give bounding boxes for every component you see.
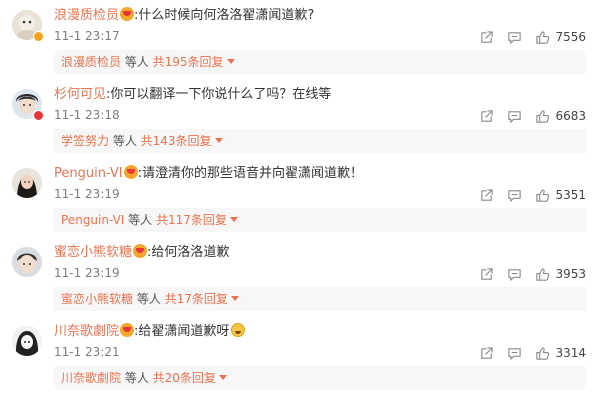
comment-icon[interactable] — [507, 30, 522, 45]
reply-line: 蜜恋小熊软糖 等人 共17条回复 — [61, 291, 239, 307]
reply-others-text: 等人 — [133, 292, 165, 306]
reply-summary[interactable]: 学签努力 等人 共143条回复 — [54, 129, 586, 153]
comment-line: 浪漫质检员 :什么时候向何洛洛翟潇闻道歉? — [54, 6, 314, 26]
fan-medal-icon — [123, 165, 138, 179]
comment-text: :请澄清你的那些语音并向翟潇闻道歉！ — [137, 166, 364, 181]
comment-username[interactable]: Penguin-VI — [54, 166, 123, 181]
thumbs-up-icon[interactable] — [535, 346, 550, 361]
comment-item: 蜜恋小熊软糖 :给何洛洛道歉 11-1 23:19 3953 蜜恋小熊软糖 等人 … — [0, 237, 600, 316]
reply-username[interactable]: 蜜恋小熊软糖 — [61, 292, 133, 306]
reply-line: 浪漫质检员 等人 共195条回复 — [61, 54, 235, 70]
comment-username[interactable]: 蜜恋小熊软糖 — [54, 245, 132, 260]
comment-item: 浪漫质检员 :什么时候向何洛洛翟潇闻道歉? 11-1 23:17 7556 浪漫质… — [0, 0, 600, 79]
reply-line: Penguin-VI 等人 共117条回复 — [61, 212, 238, 228]
share-icon[interactable] — [479, 188, 494, 203]
thumbs-up-icon[interactable] — [535, 30, 550, 45]
comment-time: 11-1 23:17 — [54, 29, 120, 43]
comment-actions: 3953 — [479, 264, 586, 284]
comment-text: :给翟潇闻道歉呀 — [134, 324, 230, 339]
caret-down-icon[interactable] — [230, 296, 239, 301]
reply-summary[interactable]: 蜜恋小熊软糖 等人 共17条回复 — [54, 287, 586, 311]
like-count: 5351 — [555, 188, 586, 202]
comment-icon[interactable] — [507, 267, 522, 282]
reply-others-text: 等人 — [121, 55, 153, 69]
like-count: 7556 — [555, 30, 586, 44]
thumbs-up-icon[interactable] — [535, 109, 550, 124]
reply-line: 学签努力 等人 共143条回复 — [61, 133, 223, 149]
comment-icon[interactable] — [507, 109, 522, 124]
share-icon[interactable] — [479, 267, 494, 282]
avatar[interactable] — [12, 247, 42, 277]
comment-text: :什么时候向何洛洛翟潇闻道歉? — [134, 8, 315, 23]
reply-line: 川奈歌劇院 等人 共20条回复 — [61, 370, 227, 386]
reply-count-link[interactable]: 共117条回复 — [156, 213, 227, 227]
emoji-icon — [231, 323, 246, 337]
comment-item: Penguin-VI:请澄清你的那些语音并向翟潇闻道歉！ 11-1 23:19 … — [0, 158, 600, 237]
reply-username[interactable]: 浪漫质检员 — [61, 55, 121, 69]
comment-username[interactable]: 杉何可见 — [54, 87, 106, 102]
share-icon[interactable] — [479, 30, 494, 45]
comment-icon[interactable] — [507, 346, 522, 361]
like-count: 6683 — [555, 109, 586, 123]
comment-time: 11-1 23:19 — [54, 187, 120, 201]
reply-others-text: 等人 — [124, 213, 156, 227]
comment-line: 杉何可见:你可以翻译一下你说什么了吗？在线等 — [54, 85, 331, 105]
caret-down-icon[interactable] — [229, 217, 238, 222]
caret-down-icon[interactable] — [218, 375, 227, 380]
comment-line: Penguin-VI :请澄清你的那些语音并向翟潇闻道歉！ — [54, 164, 363, 184]
comment-text: :给何洛洛道歉 — [147, 245, 230, 260]
comment-item: 川奈歌劇院 :给翟潇闻道歉呀 11-1 23:21 3314 川奈歌劇院 等人 共… — [0, 316, 600, 395]
comment-time: 11-1 23:18 — [54, 108, 120, 122]
reply-username[interactable]: Penguin-VI — [61, 213, 124, 227]
caret-down-icon[interactable] — [226, 59, 235, 64]
reply-username[interactable]: 川奈歌劇院 — [61, 371, 121, 385]
verified-badge-icon — [33, 110, 44, 121]
avatar[interactable] — [12, 168, 42, 198]
comment-actions: 5351 — [479, 185, 586, 205]
share-icon[interactable] — [479, 109, 494, 124]
fan-medal-icon — [133, 244, 148, 258]
reply-summary[interactable]: 浪漫质检员 等人 共195条回复 — [54, 50, 586, 74]
like-count: 3314 — [555, 346, 586, 360]
comment-actions: 7556 — [479, 27, 586, 47]
comment-icon[interactable] — [507, 188, 522, 203]
reply-count-link[interactable]: 共195条回复 — [153, 55, 224, 69]
comment-line: 川奈歌劇院 :给翟潇闻道歉呀 — [54, 322, 246, 342]
like-count: 3953 — [555, 267, 586, 281]
comment-item: 杉何可见:你可以翻译一下你说什么了吗？在线等 11-1 23:18 6683 学… — [0, 79, 600, 158]
comment-actions: 3314 — [479, 343, 586, 363]
fan-medal-icon — [120, 7, 135, 21]
comment-text: :你可以翻译一下你说什么了吗？在线等 — [106, 87, 332, 102]
reply-others-text: 等人 — [121, 371, 153, 385]
reply-username[interactable]: 学签努力 — [61, 134, 109, 148]
thumbs-up-icon[interactable] — [535, 188, 550, 203]
reply-count-link[interactable]: 共17条回复 — [165, 292, 228, 306]
reply-summary[interactable]: 川奈歌劇院 等人 共20条回复 — [54, 366, 586, 390]
reply-count-link[interactable]: 共20条回复 — [153, 371, 216, 385]
fan-medal-icon — [120, 323, 135, 337]
comment-time: 11-1 23:19 — [54, 266, 120, 280]
share-icon[interactable] — [479, 346, 494, 361]
comment-time: 11-1 23:21 — [54, 345, 120, 359]
reply-summary[interactable]: Penguin-VI 等人 共117条回复 — [54, 208, 586, 232]
avatar[interactable] — [12, 326, 42, 356]
comment-username[interactable]: 川奈歌劇院 — [54, 324, 119, 339]
reply-others-text: 等人 — [109, 134, 141, 148]
caret-down-icon[interactable] — [214, 138, 223, 143]
comment-line: 蜜恋小熊软糖 :给何洛洛道歉 — [54, 243, 229, 263]
verified-badge-icon — [33, 31, 44, 42]
thumbs-up-icon[interactable] — [535, 267, 550, 282]
comment-username[interactable]: 浪漫质检员 — [54, 8, 119, 23]
reply-count-link[interactable]: 共143条回复 — [141, 134, 212, 148]
comment-actions: 6683 — [479, 106, 586, 126]
